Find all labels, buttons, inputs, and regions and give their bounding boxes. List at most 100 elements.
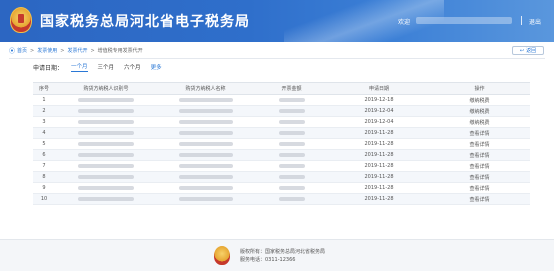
filter-more[interactable]: 更多: [151, 63, 162, 71]
col-header-index: 序号: [33, 82, 55, 95]
buyer-name-redacted: [157, 171, 254, 183]
table-row: 10 2019-11-28 查看详情: [33, 193, 530, 205]
footer-emblem-icon: [214, 246, 230, 265]
table-header-row: 序号 购货方纳税人识别号 购货方纳税人名称 开票金额 申请日期 操作: [33, 82, 530, 95]
row-index: 1: [33, 94, 55, 106]
table-row: 9 2019-11-28 查看详情: [33, 182, 530, 194]
col-header-amount: 开票金额: [254, 82, 329, 95]
row-action-link[interactable]: 查看详情: [429, 171, 530, 183]
filter-six-months[interactable]: 六个月: [124, 63, 141, 71]
row-action-link[interactable]: 查看详情: [429, 160, 530, 172]
apply-date: 2019-11-28: [329, 182, 429, 194]
tax-emblem-icon: [10, 7, 32, 33]
amount-redacted: [254, 127, 329, 139]
table-row: 3 2019-12-04 缴纳税费: [33, 116, 530, 128]
logout-link[interactable]: 退出: [529, 17, 541, 26]
apply-date: 2019-12-18: [329, 94, 429, 106]
amount-redacted: [254, 116, 329, 128]
amount-redacted: [254, 138, 329, 150]
row-action-link[interactable]: 缴纳税费: [429, 105, 530, 117]
breadcrumb-separator: >: [90, 47, 95, 54]
row-action-link[interactable]: 查看详情: [429, 127, 530, 139]
back-button-label: 返回: [526, 48, 537, 54]
buyer-name-redacted: [157, 105, 254, 117]
back-button[interactable]: ↩ 返回: [512, 46, 544, 55]
row-action-link[interactable]: 缴纳税费: [429, 94, 530, 106]
footer-text: 版权所有：国家税务总局河北省税务局 服务电话：0311-12366: [240, 248, 325, 264]
site-header: 国家税务总局河北省电子税务局 欢迎 退出: [0, 0, 554, 42]
buyer-name-redacted: [157, 149, 254, 161]
row-action-link[interactable]: 查看详情: [429, 138, 530, 150]
breadcrumb: ⦿ 首页 > 发票使用 > 发票代开 > 增值税专用发票代开: [9, 46, 143, 56]
invoice-application-table: 序号 购货方纳税人识别号 购货方纳税人名称 开票金额 申请日期 操作 1 201…: [33, 82, 530, 205]
buyer-tax-id-redacted: [55, 127, 157, 139]
buyer-name-redacted: [157, 138, 254, 150]
site-footer: 版权所有：国家税务总局河北省税务局 服务电话：0311-12366: [0, 239, 554, 271]
filter-three-months[interactable]: 三个月: [98, 63, 115, 71]
user-name-redacted: [416, 17, 512, 24]
table-row: 7 2019-11-28 查看详情: [33, 160, 530, 172]
breadcrumb-separator: >: [30, 47, 35, 54]
buyer-tax-id-redacted: [55, 116, 157, 128]
buyer-name-redacted: [157, 94, 254, 106]
row-index: 4: [33, 127, 55, 139]
footer-copyright: 版权所有：国家税务总局河北省税务局: [240, 249, 326, 255]
amount-redacted: [254, 105, 329, 117]
apply-date: 2019-11-28: [329, 171, 429, 183]
apply-date: 2019-12-04: [329, 105, 429, 117]
amount-redacted: [254, 149, 329, 161]
breadcrumb-invoice-issue[interactable]: 发票代开: [67, 47, 87, 54]
footer-hotline: 服务电话：0311-12366: [240, 257, 296, 263]
divider: [9, 58, 545, 59]
row-index: 2: [33, 105, 55, 117]
row-action-link[interactable]: 查看详情: [429, 193, 530, 205]
apply-date: 2019-12-04: [329, 116, 429, 128]
welcome-label: 欢迎: [398, 19, 411, 26]
col-header-action: 操作: [429, 82, 530, 95]
buyer-tax-id-redacted: [55, 105, 157, 117]
apply-date: 2019-11-28: [329, 149, 429, 161]
row-index: 3: [33, 116, 55, 128]
location-pin-icon: ⦿: [9, 48, 16, 55]
breadcrumb-separator: >: [60, 47, 65, 54]
buyer-tax-id-redacted: [55, 138, 157, 150]
breadcrumb-current: 增值税专用发票代开: [97, 48, 143, 54]
apply-date: 2019-11-28: [329, 193, 429, 205]
apply-date: 2019-11-28: [329, 127, 429, 139]
row-index: 5: [33, 138, 55, 150]
buyer-tax-id-redacted: [55, 193, 157, 205]
apply-date: 2019-11-28: [329, 138, 429, 150]
buyer-tax-id-redacted: [55, 171, 157, 183]
table-row: 1 2019-12-18 缴纳税费: [33, 94, 530, 106]
buyer-name-redacted: [157, 127, 254, 139]
row-index: 10: [33, 193, 55, 205]
header-divider: [521, 16, 522, 25]
col-header-apply-date: 申请日期: [329, 82, 429, 95]
amount-redacted: [254, 94, 329, 106]
buyer-name-redacted: [157, 160, 254, 172]
buyer-name-redacted: [157, 193, 254, 205]
buyer-tax-id-redacted: [55, 160, 157, 172]
amount-redacted: [254, 182, 329, 194]
row-index: 7: [33, 160, 55, 172]
col-header-buyer-tax-id: 购货方纳税人识别号: [55, 82, 157, 95]
table-row: 5 2019-11-28 查看详情: [33, 138, 530, 150]
breadcrumb-invoice-use[interactable]: 发票使用: [37, 47, 57, 54]
buyer-tax-id-redacted: [55, 182, 157, 194]
table-row: 6 2019-11-28 查看详情: [33, 149, 530, 161]
filter-one-month[interactable]: 一个月: [71, 62, 88, 72]
table-row: 4 2019-11-28 查看详情: [33, 127, 530, 139]
row-index: 8: [33, 171, 55, 183]
col-header-buyer-name: 购货方纳税人名称: [157, 82, 254, 95]
row-action-link[interactable]: 查看详情: [429, 149, 530, 161]
filter-label: 申请日期：: [33, 64, 64, 72]
row-index: 9: [33, 182, 55, 194]
row-index: 6: [33, 149, 55, 161]
buyer-name-redacted: [157, 116, 254, 128]
table-row: 8 2019-11-28 查看详情: [33, 171, 530, 183]
amount-redacted: [254, 171, 329, 183]
buyer-name-redacted: [157, 182, 254, 194]
row-action-link[interactable]: 缴纳税费: [429, 116, 530, 128]
breadcrumb-home[interactable]: 首页: [17, 47, 27, 54]
row-action-link[interactable]: 查看详情: [429, 182, 530, 194]
